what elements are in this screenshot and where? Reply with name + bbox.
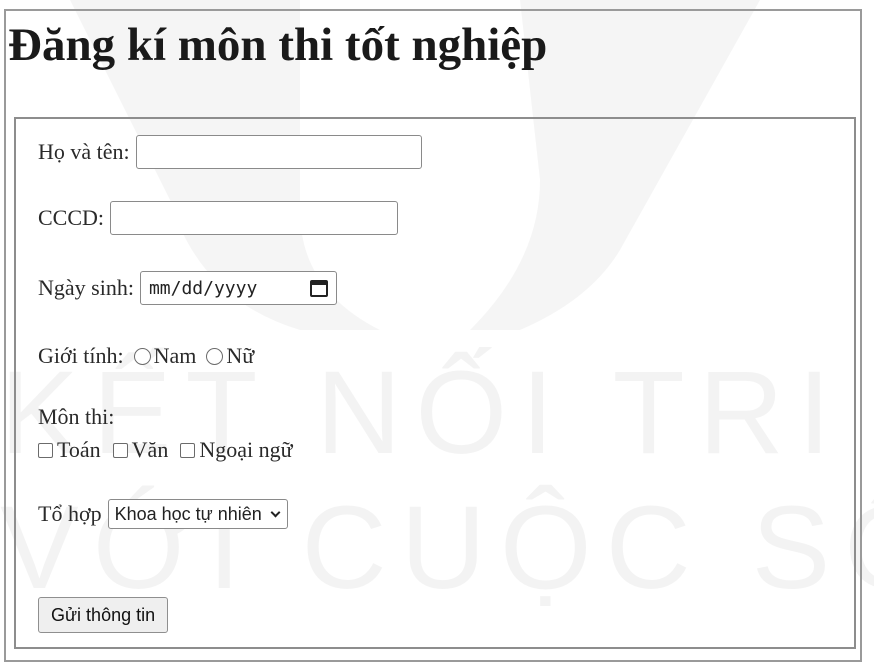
dob-input[interactable]: mm/dd/yyyy	[139, 271, 337, 305]
gender-option-nu[interactable]: Nữ	[226, 343, 254, 369]
subjects-label-row: Môn thi:	[38, 404, 114, 430]
page-root: KẾT NỐI TRI THỨC VỚI CUỘC SỐNG Đăng kí m…	[0, 0, 874, 670]
subjects-label: Môn thi:	[38, 404, 115, 429]
dob-label: Ngày sinh:	[38, 275, 134, 300]
subject-ngoai-ngu[interactable]: Ngoại ngữ	[180, 437, 293, 463]
calendar-icon[interactable]	[309, 279, 328, 297]
combo-label: Tổ hợp	[38, 501, 102, 526]
combo-row: Tổ hợp Khoa học tự nhiên	[38, 499, 288, 529]
id-input[interactable]	[110, 201, 399, 235]
gender-option-nam[interactable]: Nam	[154, 343, 197, 369]
dob-row: Ngày sinh: mm/dd/yyyy	[38, 271, 337, 305]
page-title: Đăng kí môn thi tốt nghiệp	[8, 19, 548, 71]
registration-form: Họ và tên: CCCD: Ngày sinh: mm/dd/yyyy G…	[14, 117, 856, 649]
name-input[interactable]	[135, 135, 422, 169]
gender-label: Giới tính:	[38, 343, 124, 368]
subject-ngoai-ngu-label[interactable]: Ngoại ngữ	[199, 437, 292, 463]
subject-toan[interactable]: Toán	[38, 437, 101, 463]
name-row: Họ và tên:	[38, 135, 422, 169]
dob-placeholder: mm/dd/yyyy	[148, 277, 258, 299]
subject-van-label[interactable]: Văn	[132, 437, 169, 463]
chevron-down-icon	[270, 507, 281, 517]
subjects-row: Toán Văn Ngoại ngữ	[38, 437, 305, 463]
subject-van[interactable]: Văn	[112, 437, 169, 463]
subject-toan-checkbox[interactable]	[38, 442, 53, 458]
gender-radio-nu[interactable]	[206, 347, 224, 365]
gender-row: Giới tính: Nam Nữ	[38, 343, 254, 369]
name-label: Họ và tên:	[38, 139, 130, 164]
submit-button[interactable]: Gửi thông tin	[38, 597, 169, 633]
subject-ngoai-ngu-checkbox[interactable]	[180, 442, 196, 458]
subject-toan-label[interactable]: Toán	[57, 437, 101, 463]
subject-van-checkbox[interactable]	[112, 442, 128, 458]
gender-radio-nam[interactable]	[133, 347, 151, 365]
combo-selected-value: Khoa học tự nhiên	[114, 503, 262, 524]
combo-select[interactable]: Khoa học tự nhiên	[107, 499, 288, 529]
id-label: CCCD:	[38, 205, 105, 230]
id-row: CCCD:	[38, 201, 399, 235]
